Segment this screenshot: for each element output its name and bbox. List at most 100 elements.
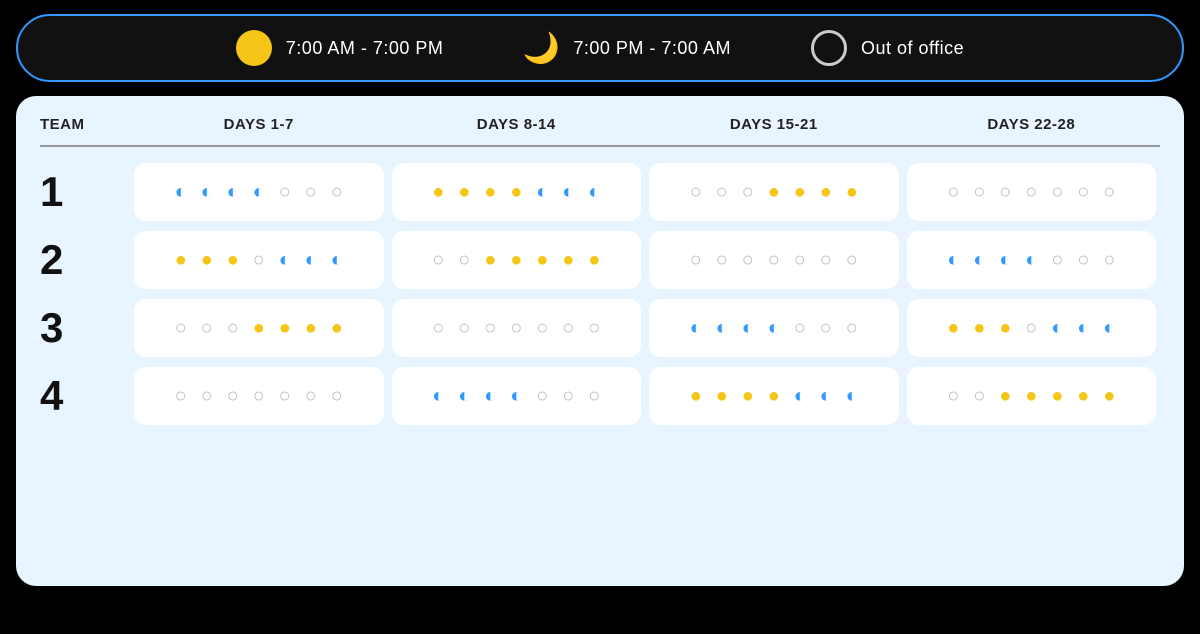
- sun-shift: ●: [763, 182, 785, 202]
- off-shift: ○: [326, 386, 348, 406]
- out-of-office-label: Out of office: [861, 38, 964, 59]
- sun-shift: ●: [841, 182, 863, 202]
- off-shift: ○: [326, 182, 348, 202]
- off-shift: ○: [300, 182, 322, 202]
- off-shift: ○: [222, 318, 244, 338]
- off-shift: ○: [170, 386, 192, 406]
- sun-shift: ●: [531, 250, 553, 270]
- moon-shift: ◐: [326, 250, 348, 270]
- sun-icon: [236, 30, 272, 66]
- off-shift: ○: [170, 318, 192, 338]
- off-shift: ○: [196, 386, 218, 406]
- off-shift: ○: [968, 182, 990, 202]
- off-shift: ○: [685, 182, 707, 202]
- off-shift: ○: [789, 318, 811, 338]
- legend-bar: 7:00 AM - 7:00 PM 🌙 7:00 PM - 7:00 AM Ou…: [16, 14, 1184, 82]
- moon-shift: ◐: [711, 318, 733, 338]
- off-shift: ○: [531, 386, 553, 406]
- sun-shift: ●: [685, 386, 707, 406]
- sun-shift: ●: [994, 318, 1016, 338]
- off-shift: ○: [557, 386, 579, 406]
- moon-shift: ◐: [300, 250, 322, 270]
- off-shift: ○: [737, 182, 759, 202]
- off-shift: ○: [815, 250, 837, 270]
- moon-shift: ◐: [427, 386, 449, 406]
- table-header: TEAM DAYS 1-7 DAYS 8-14 DAYS 15-21 DAYS …: [40, 116, 1160, 147]
- off-shift: ○: [557, 318, 579, 338]
- moon-shift: ◐: [1046, 318, 1068, 338]
- sun-shift: ●: [789, 182, 811, 202]
- col-days-15-21: DAYS 15-21: [645, 116, 903, 133]
- days-15-21-cell: ●●●●◐◐◐: [649, 367, 899, 425]
- sun-shift: ●: [994, 386, 1016, 406]
- days-1-7-cell: ●●●○◐◐◐: [134, 231, 384, 289]
- schedule-rows: 1 ◐◐◐◐○○○ ●●●●◐◐◐ ○○○●●●● ○○○○○○○ 2 ●●●○…: [40, 163, 1160, 425]
- schedule-table: TEAM DAYS 1-7 DAYS 8-14 DAYS 15-21 DAYS …: [16, 96, 1184, 586]
- sun-shift: ●: [479, 182, 501, 202]
- moon-shift: ◐: [274, 250, 296, 270]
- moon-shift: ◐: [815, 386, 837, 406]
- sun-shift: ●: [1046, 386, 1068, 406]
- days-22-28-cell: ◐◐◐◐○○○: [907, 231, 1157, 289]
- moon-shift: ◐: [196, 182, 218, 202]
- sun-shift: ●: [505, 182, 527, 202]
- sun-shift: ●: [222, 250, 244, 270]
- sun-shift: ●: [170, 250, 192, 270]
- day-shift-legend: 7:00 AM - 7:00 PM: [196, 30, 484, 66]
- off-shift: ○: [1046, 182, 1068, 202]
- table-row: 2 ●●●○◐◐◐ ○○●●●●● ○○○○○○○ ◐◐◐◐○○○: [40, 231, 1160, 289]
- sun-shift: ●: [1098, 386, 1120, 406]
- off-shift: ○: [274, 386, 296, 406]
- off-shift: ○: [222, 386, 244, 406]
- table-row: 1 ◐◐◐◐○○○ ●●●●◐◐◐ ○○○●●●● ○○○○○○○: [40, 163, 1160, 221]
- days-22-28-cell: ○○●●●●●: [907, 367, 1157, 425]
- off-shift: ○: [196, 318, 218, 338]
- sun-shift: ●: [427, 182, 449, 202]
- off-shift: ○: [583, 318, 605, 338]
- days-22-28-cell: ●●●○◐◐◐: [907, 299, 1157, 357]
- days-15-21-cell: ◐◐◐◐○○○: [649, 299, 899, 357]
- off-shift: ○: [1098, 182, 1120, 202]
- sun-shift: ●: [479, 250, 501, 270]
- moon-shift: ◐: [942, 250, 964, 270]
- moon-shift: ◐: [170, 182, 192, 202]
- sun-shift: ●: [1020, 386, 1042, 406]
- sun-shift: ●: [453, 182, 475, 202]
- off-shift: ○: [711, 250, 733, 270]
- days-8-14-cell: ○○○○○○○: [392, 299, 642, 357]
- sun-shift: ●: [942, 318, 964, 338]
- team-number: 2: [40, 236, 130, 284]
- days-1-7-cell: ○○○●●●●: [134, 299, 384, 357]
- moon-shift: ◐: [453, 386, 475, 406]
- moon-shift: ◐: [248, 182, 270, 202]
- sun-shift: ●: [300, 318, 322, 338]
- sun-shift: ●: [505, 250, 527, 270]
- off-shift: ○: [968, 386, 990, 406]
- sun-shift: ●: [737, 386, 759, 406]
- off-shift: ○: [1046, 250, 1068, 270]
- team-number: 4: [40, 372, 130, 420]
- col-team: TEAM: [40, 116, 130, 133]
- team-number: 1: [40, 168, 130, 216]
- sun-shift: ●: [763, 386, 785, 406]
- off-shift: ○: [1020, 182, 1042, 202]
- sun-shift: ●: [326, 318, 348, 338]
- off-shift: ○: [1072, 182, 1094, 202]
- off-shift: ○: [1020, 318, 1042, 338]
- off-shift: ○: [711, 182, 733, 202]
- moon-shift: ◐: [557, 182, 579, 202]
- sun-shift: ●: [711, 386, 733, 406]
- moon-shift: ◐: [763, 318, 785, 338]
- off-shift: ○: [841, 318, 863, 338]
- sun-shift: ●: [583, 250, 605, 270]
- moon-shift: ◐: [531, 182, 553, 202]
- moon-shift: ◐: [841, 386, 863, 406]
- days-22-28-cell: ○○○○○○○: [907, 163, 1157, 221]
- off-shift: ○: [427, 250, 449, 270]
- day-shift-label: 7:00 AM - 7:00 PM: [286, 38, 444, 59]
- col-days-8-14: DAYS 8-14: [388, 116, 646, 133]
- days-15-21-cell: ○○○●●●●: [649, 163, 899, 221]
- off-shift: ○: [815, 318, 837, 338]
- moon-icon: 🌙: [523, 30, 559, 66]
- moon-shift: ◐: [789, 386, 811, 406]
